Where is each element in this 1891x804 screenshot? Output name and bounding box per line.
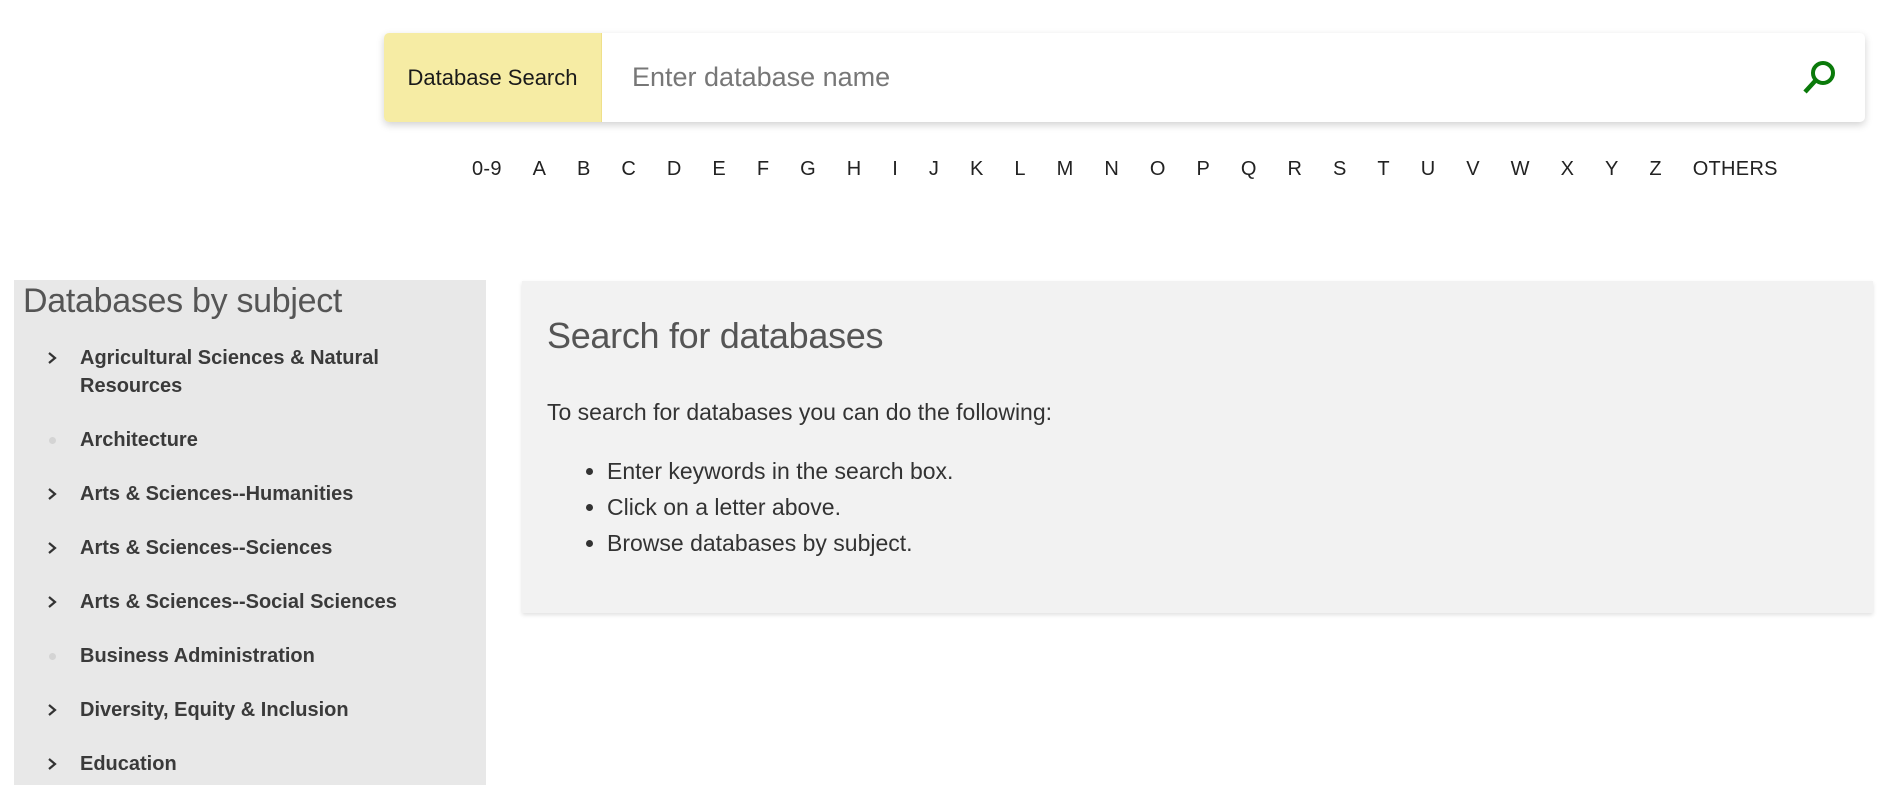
letter-link-a[interactable]: A [531,158,549,181]
chevron-right-icon[interactable] [42,696,62,724]
subject-label[interactable]: Arts & Sciences--Humanities [80,483,353,505]
chevron-right-icon[interactable] [42,534,62,562]
chevron-right-icon[interactable] [42,480,62,508]
alphabet-nav: 0-9 A B C D E F G H I J K L M N O P Q R S T U V W X Y Z OTHERS [470,152,1780,186]
letter-link-w[interactable]: W [1509,158,1532,181]
letter-link-i[interactable]: I [890,158,900,181]
letter-link-l[interactable]: L [1012,158,1027,181]
letter-link-others[interactable]: OTHERS [1691,158,1780,181]
subject-label[interactable]: Architecture [80,429,198,451]
subject-label[interactable]: Arts & Sciences--Sciences [80,537,332,559]
letter-link-d[interactable]: D [665,158,684,181]
subject-label[interactable]: Diversity, Equity & Inclusion [80,699,349,721]
subject-item[interactable]: Agricultural Sciences & Natural Resource… [14,344,486,400]
subject-item[interactable]: Education [14,750,486,778]
instruction-item: Browse databases by subject. [607,525,953,561]
subject-sidebar: Databases by subject Agricultural Scienc… [14,280,486,785]
letter-link-j[interactable]: J [927,158,941,181]
letter-link-e[interactable]: E [710,158,728,181]
search-icon [1803,60,1835,94]
instructions-intro: To search for databases you can do the f… [547,399,1053,425]
letter-link-k[interactable]: K [968,158,986,181]
letter-link-b[interactable]: B [575,158,593,181]
subject-label[interactable]: Business Administration [80,645,315,667]
subject-label[interactable]: Agricultural Sciences & Natural Resource… [80,347,379,397]
database-search-bar: Database Search [384,33,1865,122]
instruction-item: Enter keywords in the search box. [607,453,953,489]
letter-link-y[interactable]: Y [1603,158,1621,181]
subject-list: Agricultural Sciences & Natural Resource… [14,344,486,804]
chevron-right-icon[interactable] [42,344,62,372]
search-button[interactable] [1773,33,1865,122]
letter-link-r[interactable]: R [1285,158,1304,181]
sidebar-title: Databases by subject [23,282,343,320]
letter-link-x[interactable]: X [1559,158,1577,181]
subject-label[interactable]: Arts & Sciences--Social Sciences [80,591,397,613]
subject-label[interactable]: Education [80,753,177,775]
letter-link-c[interactable]: C [619,158,638,181]
bullet-dot-icon [42,426,62,454]
database-name-input[interactable] [602,33,1773,122]
subject-item[interactable]: Arts & Sciences--Social Sciences [14,588,486,616]
letter-link-u[interactable]: U [1419,158,1438,181]
subject-item[interactable]: Arts & Sciences--Sciences [14,534,486,562]
search-label: Database Search [384,33,602,122]
bullet-dot-icon [42,642,62,670]
search-instructions-panel: Search for databases To search for datab… [522,281,1873,613]
letter-link-m[interactable]: M [1055,158,1076,181]
page-title: Search for databases [547,315,884,356]
subject-item[interactable]: Business Administration [14,642,486,670]
letter-link-f[interactable]: F [755,158,772,181]
instructions-list: Enter keywords in the search box. Click … [547,453,953,561]
letter-link-0-9[interactable]: 0-9 [470,158,504,181]
chevron-right-icon[interactable] [42,750,62,778]
letter-link-s[interactable]: S [1331,158,1349,181]
letter-link-q[interactable]: Q [1239,158,1259,181]
letter-link-g[interactable]: G [798,158,818,181]
letter-link-p[interactable]: P [1194,158,1212,181]
letter-link-t[interactable]: T [1375,158,1392,181]
letter-link-v[interactable]: V [1464,158,1482,181]
subject-item[interactable]: Arts & Sciences--Humanities [14,480,486,508]
letter-link-h[interactable]: H [845,158,864,181]
subject-item[interactable]: Architecture [14,426,486,454]
subject-item[interactable]: Diversity, Equity & Inclusion [14,696,486,724]
instruction-item: Click on a letter above. [607,489,953,525]
chevron-right-icon[interactable] [42,588,62,616]
letter-link-o[interactable]: O [1148,158,1168,181]
letter-link-z[interactable]: Z [1647,158,1664,181]
letter-link-n[interactable]: N [1102,158,1121,181]
